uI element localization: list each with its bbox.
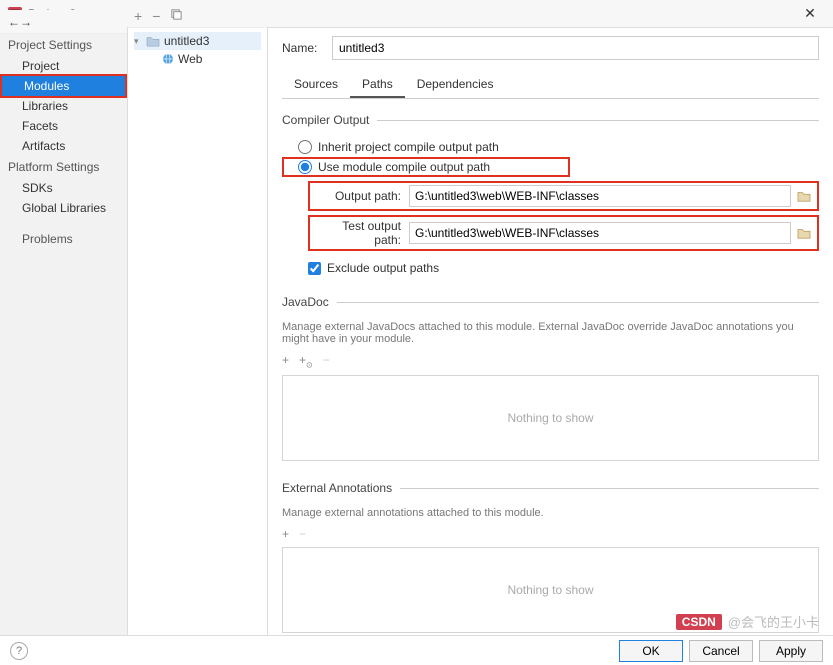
tree-root-label: untitled3 — [164, 34, 209, 48]
javadoc-empty-text: Nothing to show — [507, 411, 593, 425]
expand-arrow-icon[interactable]: ▾ — [134, 36, 146, 47]
sidebar-item-project[interactable]: Project — [0, 56, 127, 76]
output-path-row: Output path: — [308, 181, 819, 211]
output-path-input[interactable] — [409, 185, 791, 207]
remove-icon[interactable]: − — [152, 8, 160, 24]
output-path-label: Output path: — [314, 189, 409, 203]
globe-icon — [162, 53, 174, 65]
tab-sources[interactable]: Sources — [282, 72, 350, 98]
radio-inherit-label: Inherit project compile output path — [318, 140, 499, 154]
sidebar-item-sdks[interactable]: SDKs — [0, 178, 127, 198]
back-arrow-icon[interactable]: ← — [8, 15, 20, 29]
javadoc-add-icon[interactable]: + — [282, 353, 289, 369]
test-output-label: Test output path: — [314, 219, 409, 247]
browse-test-output-icon[interactable] — [795, 224, 813, 242]
javadoc-add-url-icon[interactable]: +⊙ — [299, 353, 313, 369]
exclude-output-checkbox[interactable] — [308, 262, 321, 275]
name-label: Name: — [282, 41, 332, 55]
tree-child-label: Web — [178, 52, 202, 66]
sidebar-item-artifacts[interactable]: Artifacts — [0, 136, 127, 156]
tab-paths[interactable]: Paths — [350, 72, 405, 98]
compiler-output-legend: Compiler Output — [282, 113, 377, 127]
javadoc-remove-icon: − — [323, 353, 330, 369]
module-name-input[interactable] — [332, 36, 819, 60]
annotations-remove-icon: − — [299, 527, 306, 541]
tree-node-root[interactable]: ▾ untitled3 — [134, 32, 261, 50]
folder-icon — [146, 35, 160, 47]
radio-inherit[interactable] — [298, 140, 312, 154]
add-icon[interactable]: + — [134, 8, 142, 24]
watermark-text: @会飞的王小卡 — [728, 612, 819, 631]
annotations-add-icon[interactable]: + — [282, 527, 289, 541]
close-icon[interactable]: ✕ — [795, 5, 825, 22]
help-icon[interactable]: ? — [10, 642, 28, 660]
apply-button[interactable]: Apply — [759, 640, 823, 662]
annotations-desc: Manage external annotations attached to … — [282, 505, 819, 525]
radio-module[interactable] — [298, 160, 312, 174]
sidebar-item-modules[interactable]: Modules — [0, 74, 127, 98]
sidebar-item-problems[interactable]: Problems — [0, 228, 127, 250]
sidebar-item-facets[interactable]: Facets — [0, 116, 127, 136]
javadoc-group: JavaDoc Manage external JavaDocs attache… — [282, 295, 819, 469]
test-output-input[interactable] — [409, 222, 791, 244]
tab-dependencies[interactable]: Dependencies — [405, 72, 506, 98]
javadoc-desc: Manage external JavaDocs attached to thi… — [282, 319, 819, 351]
sidebar-section-project: Project Settings — [0, 34, 127, 56]
watermark: CSDN @会飞的王小卡 — [676, 612, 819, 631]
annotations-legend: External Annotations — [282, 481, 400, 495]
annotations-empty-text: Nothing to show — [507, 583, 593, 597]
sidebar-item-global-libraries[interactable]: Global Libraries — [0, 198, 127, 218]
forward-arrow-icon[interactable]: → — [20, 15, 32, 29]
footer: ? OK Cancel Apply — [0, 635, 833, 665]
browse-output-icon[interactable] — [795, 187, 813, 205]
cancel-button[interactable]: Cancel — [689, 640, 753, 662]
content-panel: Name: Sources Paths Dependencies Compile… — [268, 28, 833, 635]
exclude-output-label: Exclude output paths — [327, 261, 439, 275]
watermark-badge: CSDN — [676, 614, 722, 630]
ok-button[interactable]: OK — [619, 640, 683, 662]
tree-node-web[interactable]: Web — [134, 50, 261, 68]
test-output-path-row: Test output path: — [308, 215, 819, 251]
sidebar: ← → Project Settings Project Modules Lib… — [0, 28, 128, 635]
tabs: Sources Paths Dependencies — [282, 72, 819, 99]
module-tree-panel: + − ▾ untitled3 Web — [128, 28, 268, 635]
sidebar-section-platform: Platform Settings — [0, 156, 127, 178]
radio-module-label: Use module compile output path — [318, 160, 490, 174]
compiler-output-group: Compiler Output Inherit project compile … — [282, 113, 819, 283]
javadoc-legend: JavaDoc — [282, 295, 337, 309]
sidebar-item-libraries[interactable]: Libraries — [0, 96, 127, 116]
copy-icon[interactable] — [170, 8, 183, 24]
javadoc-list: Nothing to show — [282, 375, 819, 461]
